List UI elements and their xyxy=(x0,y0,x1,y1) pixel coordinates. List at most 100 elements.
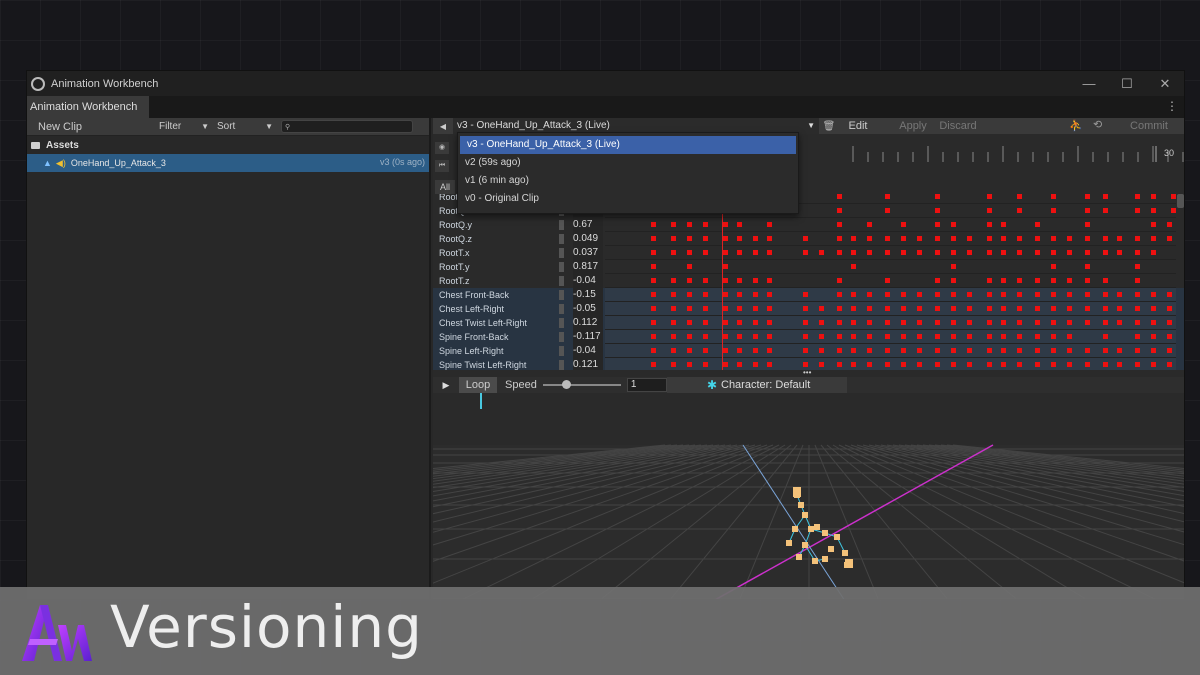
keyframe-marker[interactable] xyxy=(1167,334,1172,339)
keyframe-marker[interactable] xyxy=(851,236,856,241)
keyframe-marker[interactable] xyxy=(851,292,856,297)
keyframe-marker[interactable] xyxy=(951,250,956,255)
keyframe-marker[interactable] xyxy=(885,194,890,199)
keyframe-marker[interactable] xyxy=(1167,362,1172,367)
keyframe-marker[interactable] xyxy=(951,236,956,241)
keyframe-track[interactable] xyxy=(605,358,1176,370)
keyframe-marker[interactable] xyxy=(1001,236,1006,241)
keyframe-marker[interactable] xyxy=(753,250,758,255)
keyframe-marker[interactable] xyxy=(935,306,940,311)
filter-dropdown[interactable]: Filter ▼ xyxy=(155,118,213,136)
keyframe-marker[interactable] xyxy=(837,236,842,241)
keyframe-marker[interactable] xyxy=(651,362,656,367)
speed-slider-knob[interactable] xyxy=(562,380,572,389)
keyframe-marker[interactable] xyxy=(803,236,808,241)
keyframe-marker[interactable] xyxy=(803,250,808,255)
keyframe-marker[interactable] xyxy=(803,306,808,311)
keyframe-marker[interactable] xyxy=(987,292,992,297)
drag-handle-icon[interactable] xyxy=(559,290,564,300)
keyframe-marker[interactable] xyxy=(1103,320,1108,325)
keyframe-marker[interactable] xyxy=(803,292,808,297)
keyframe-marker[interactable] xyxy=(1085,264,1090,269)
keyframe-marker[interactable] xyxy=(837,194,842,199)
keyframe-marker[interactable] xyxy=(917,236,922,241)
keyframe-marker[interactable] xyxy=(1151,348,1156,353)
keyframe-marker[interactable] xyxy=(885,278,890,283)
keyframe-marker[interactable] xyxy=(867,250,872,255)
keyframe-marker[interactable] xyxy=(935,236,940,241)
keyframe-marker[interactable] xyxy=(1135,208,1140,213)
asset-item[interactable]: ▲ ◀) OneHand_Up_Attack_3 v3 (0s ago) xyxy=(27,154,429,172)
keyframe-marker[interactable] xyxy=(851,264,856,269)
search-input[interactable]: ⚲ xyxy=(281,120,413,133)
speed-slider[interactable] xyxy=(542,380,621,389)
keyframe-marker[interactable] xyxy=(1001,334,1006,339)
keyframe-marker[interactable] xyxy=(1085,236,1090,241)
keyframe-marker[interactable] xyxy=(1017,320,1022,325)
keyframe-marker[interactable] xyxy=(1151,222,1156,227)
keyframe-marker[interactable] xyxy=(819,306,824,311)
keyframe-marker[interactable] xyxy=(753,236,758,241)
all-filter-button[interactable]: All xyxy=(435,180,455,194)
keyframe-marker[interactable] xyxy=(671,362,676,367)
keyframe-marker[interactable] xyxy=(1051,194,1056,199)
keyframe-marker[interactable] xyxy=(723,250,728,255)
keyframe-track[interactable] xyxy=(605,302,1176,316)
keyframe-marker[interactable] xyxy=(1067,250,1072,255)
keyframe-marker[interactable] xyxy=(651,292,656,297)
curve-value-field[interactable]: -0.04 xyxy=(573,274,603,288)
keyframe-marker[interactable] xyxy=(1035,278,1040,283)
3d-preview-viewport[interactable] xyxy=(433,409,1184,599)
keyframe-marker[interactable] xyxy=(987,222,992,227)
keyframe-marker[interactable] xyxy=(917,250,922,255)
keyframe-marker[interactable] xyxy=(1017,334,1022,339)
keyframe-marker[interactable] xyxy=(1001,250,1006,255)
keyframe-marker[interactable] xyxy=(1017,306,1022,311)
keyframe-marker[interactable] xyxy=(1051,208,1056,213)
keyframe-marker[interactable] xyxy=(901,334,906,339)
keyframe-marker[interactable] xyxy=(935,334,940,339)
keyframe-marker[interactable] xyxy=(723,362,728,367)
keyframe-marker[interactable] xyxy=(1103,278,1108,283)
keyframe-marker[interactable] xyxy=(1001,362,1006,367)
keyframe-marker[interactable] xyxy=(1103,208,1108,213)
keyframe-marker[interactable] xyxy=(737,236,742,241)
keyframe-marker[interactable] xyxy=(1117,250,1122,255)
keyframe-marker[interactable] xyxy=(687,320,692,325)
new-clip-button[interactable]: New Clip xyxy=(27,118,155,136)
keyframe-marker[interactable] xyxy=(935,278,940,283)
drag-handle-icon[interactable] xyxy=(559,332,564,342)
keyframe-marker[interactable] xyxy=(987,320,992,325)
keyframe-marker[interactable] xyxy=(967,362,972,367)
maximize-icon[interactable]: ☐ xyxy=(1108,71,1146,96)
keyframe-marker[interactable] xyxy=(737,292,742,297)
keyframe-marker[interactable] xyxy=(917,334,922,339)
keyframe-marker[interactable] xyxy=(1151,334,1156,339)
keyframe-marker[interactable] xyxy=(987,334,992,339)
keyframe-marker[interactable] xyxy=(837,348,842,353)
drag-handle-icon[interactable] xyxy=(559,220,564,230)
keyframe-marker[interactable] xyxy=(723,222,728,227)
keyframe-marker[interactable] xyxy=(687,250,692,255)
keyframe-marker[interactable] xyxy=(1167,292,1172,297)
keyframe-marker[interactable] xyxy=(671,292,676,297)
drag-handle-icon[interactable] xyxy=(559,304,564,314)
keyframe-marker[interactable] xyxy=(901,348,906,353)
curve-value-field[interactable]: 0.67 xyxy=(573,218,603,232)
keyframe-marker[interactable] xyxy=(671,348,676,353)
keyframe-marker[interactable] xyxy=(1103,194,1108,199)
keyframe-marker[interactable] xyxy=(803,348,808,353)
keyframe-marker[interactable] xyxy=(1001,320,1006,325)
keyframe-marker[interactable] xyxy=(703,292,708,297)
keyframe-marker[interactable] xyxy=(851,334,856,339)
keyframe-marker[interactable] xyxy=(885,362,890,367)
keyframe-marker[interactable] xyxy=(737,222,742,227)
keyframe-marker[interactable] xyxy=(901,362,906,367)
keyframe-marker[interactable] xyxy=(837,320,842,325)
keyframe-marker[interactable] xyxy=(951,320,956,325)
apply-button[interactable]: Apply xyxy=(895,118,931,134)
keyframe-marker[interactable] xyxy=(819,334,824,339)
keyframe-marker[interactable] xyxy=(1103,250,1108,255)
curve-row[interactable]: Chest Twist Left-Right 0.112 xyxy=(433,316,1184,330)
keyframe-marker[interactable] xyxy=(1135,292,1140,297)
